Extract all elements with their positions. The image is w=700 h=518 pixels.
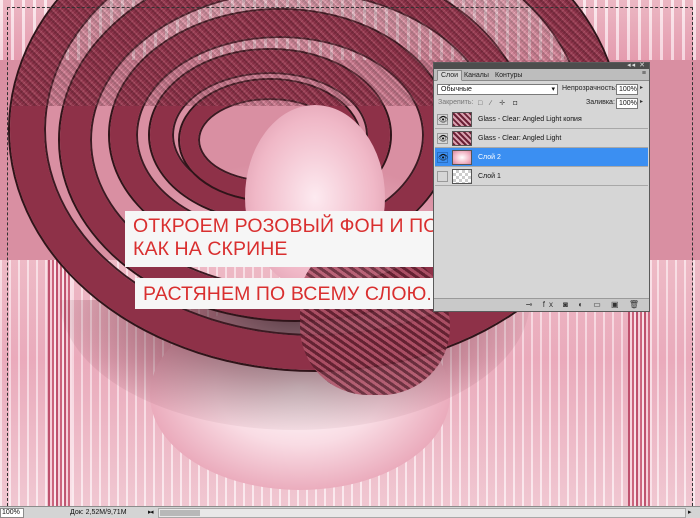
document-size-info: Док: 2,52M/9,71M bbox=[70, 509, 127, 516]
scroll-right-icon[interactable]: ▸ bbox=[688, 508, 692, 516]
eye-icon[interactable]: 👁 bbox=[437, 114, 448, 125]
layer-thumbnail bbox=[452, 169, 472, 184]
status-bar: 100% Док: 2,52M/9,71M ▸ ◂ ▸ bbox=[0, 506, 700, 518]
scroll-left-icon[interactable]: ◂ bbox=[150, 508, 154, 516]
tab-paths[interactable]: Контуры bbox=[491, 70, 526, 81]
layer-name: Glass - Clear: Angled Light копия bbox=[478, 116, 582, 123]
left-pillar-ornament bbox=[48, 260, 72, 506]
eye-icon[interactable]: 👁 bbox=[437, 133, 448, 144]
layer-thumbnail bbox=[452, 131, 472, 146]
layer-row[interactable]: 👁 Glass - Clear: Angled Light копия bbox=[435, 110, 648, 129]
panel-menu-icon[interactable]: ≡ bbox=[642, 70, 646, 77]
layer-thumbnail bbox=[452, 150, 472, 165]
blend-mode-select[interactable]: Обычные ▾ bbox=[437, 84, 558, 95]
visibility-toggle-empty[interactable] bbox=[437, 171, 448, 182]
zoom-field[interactable]: 100% bbox=[0, 508, 24, 518]
layer-row[interactable]: Слой 1 bbox=[435, 167, 648, 186]
scrollbar-thumb[interactable] bbox=[160, 510, 200, 516]
layer-action-icons[interactable]: ⊸ fx ◙ ◐ ▭ ▣ 🗑 bbox=[526, 300, 643, 309]
layer-thumbnail bbox=[452, 112, 472, 127]
opacity-field[interactable]: 100% bbox=[616, 84, 638, 95]
blend-mode-value: Обычные bbox=[441, 86, 472, 93]
lock-fill-row: Закрепить: □ ∕ ✛ ◘ Заливка: 100% ▸ bbox=[434, 96, 649, 110]
instruction-caption-2: РАСТЯНЕМ ПО ВСЕМУ СЛОЮ. bbox=[135, 278, 447, 309]
panel-footer-toolbar: ⊸ fx ◙ ◐ ▭ ▣ 🗑 bbox=[434, 298, 649, 311]
fill-slider-arrow-icon[interactable]: ▸ bbox=[640, 98, 643, 105]
layer-row-selected[interactable]: 👁 Слой 2 bbox=[435, 148, 648, 167]
tab-layers[interactable]: Слои bbox=[437, 70, 463, 81]
chevron-down-icon: ▾ bbox=[551, 86, 555, 93]
eye-icon[interactable]: 👁 bbox=[437, 152, 448, 163]
layer-name: Слой 2 bbox=[478, 154, 501, 161]
panel-collapse-close-icons[interactable]: ◂◂ ✕ bbox=[627, 61, 646, 69]
lock-icons[interactable]: □ ∕ ✛ ◘ bbox=[478, 99, 520, 107]
blend-opacity-row: Обычные ▾ Непрозрачность: 100% ▸ bbox=[434, 82, 649, 96]
fill-label: Заливка: bbox=[586, 99, 615, 106]
tab-channels[interactable]: Каналы bbox=[460, 70, 493, 81]
opacity-label: Непрозрачность: bbox=[562, 85, 617, 92]
caption-line-3: РАСТЯНЕМ ПО ВСЕМУ СЛОЮ. bbox=[143, 283, 432, 305]
layer-name: Слой 1 bbox=[478, 173, 501, 180]
layer-row[interactable]: 👁 Glass - Clear: Angled Light bbox=[435, 129, 648, 148]
opacity-slider-arrow-icon[interactable]: ▸ bbox=[640, 84, 643, 91]
horizontal-scrollbar[interactable] bbox=[158, 508, 686, 518]
lock-label: Закрепить: bbox=[438, 99, 474, 106]
layer-name: Glass - Clear: Angled Light bbox=[478, 135, 562, 142]
fill-field[interactable]: 100% bbox=[616, 98, 638, 109]
panel-tab-strip: Слои Каналы Контуры ≡ bbox=[434, 69, 649, 81]
layers-panel: ◂◂ ✕ Слои Каналы Контуры ≡ Обычные ▾ Неп… bbox=[433, 62, 650, 312]
